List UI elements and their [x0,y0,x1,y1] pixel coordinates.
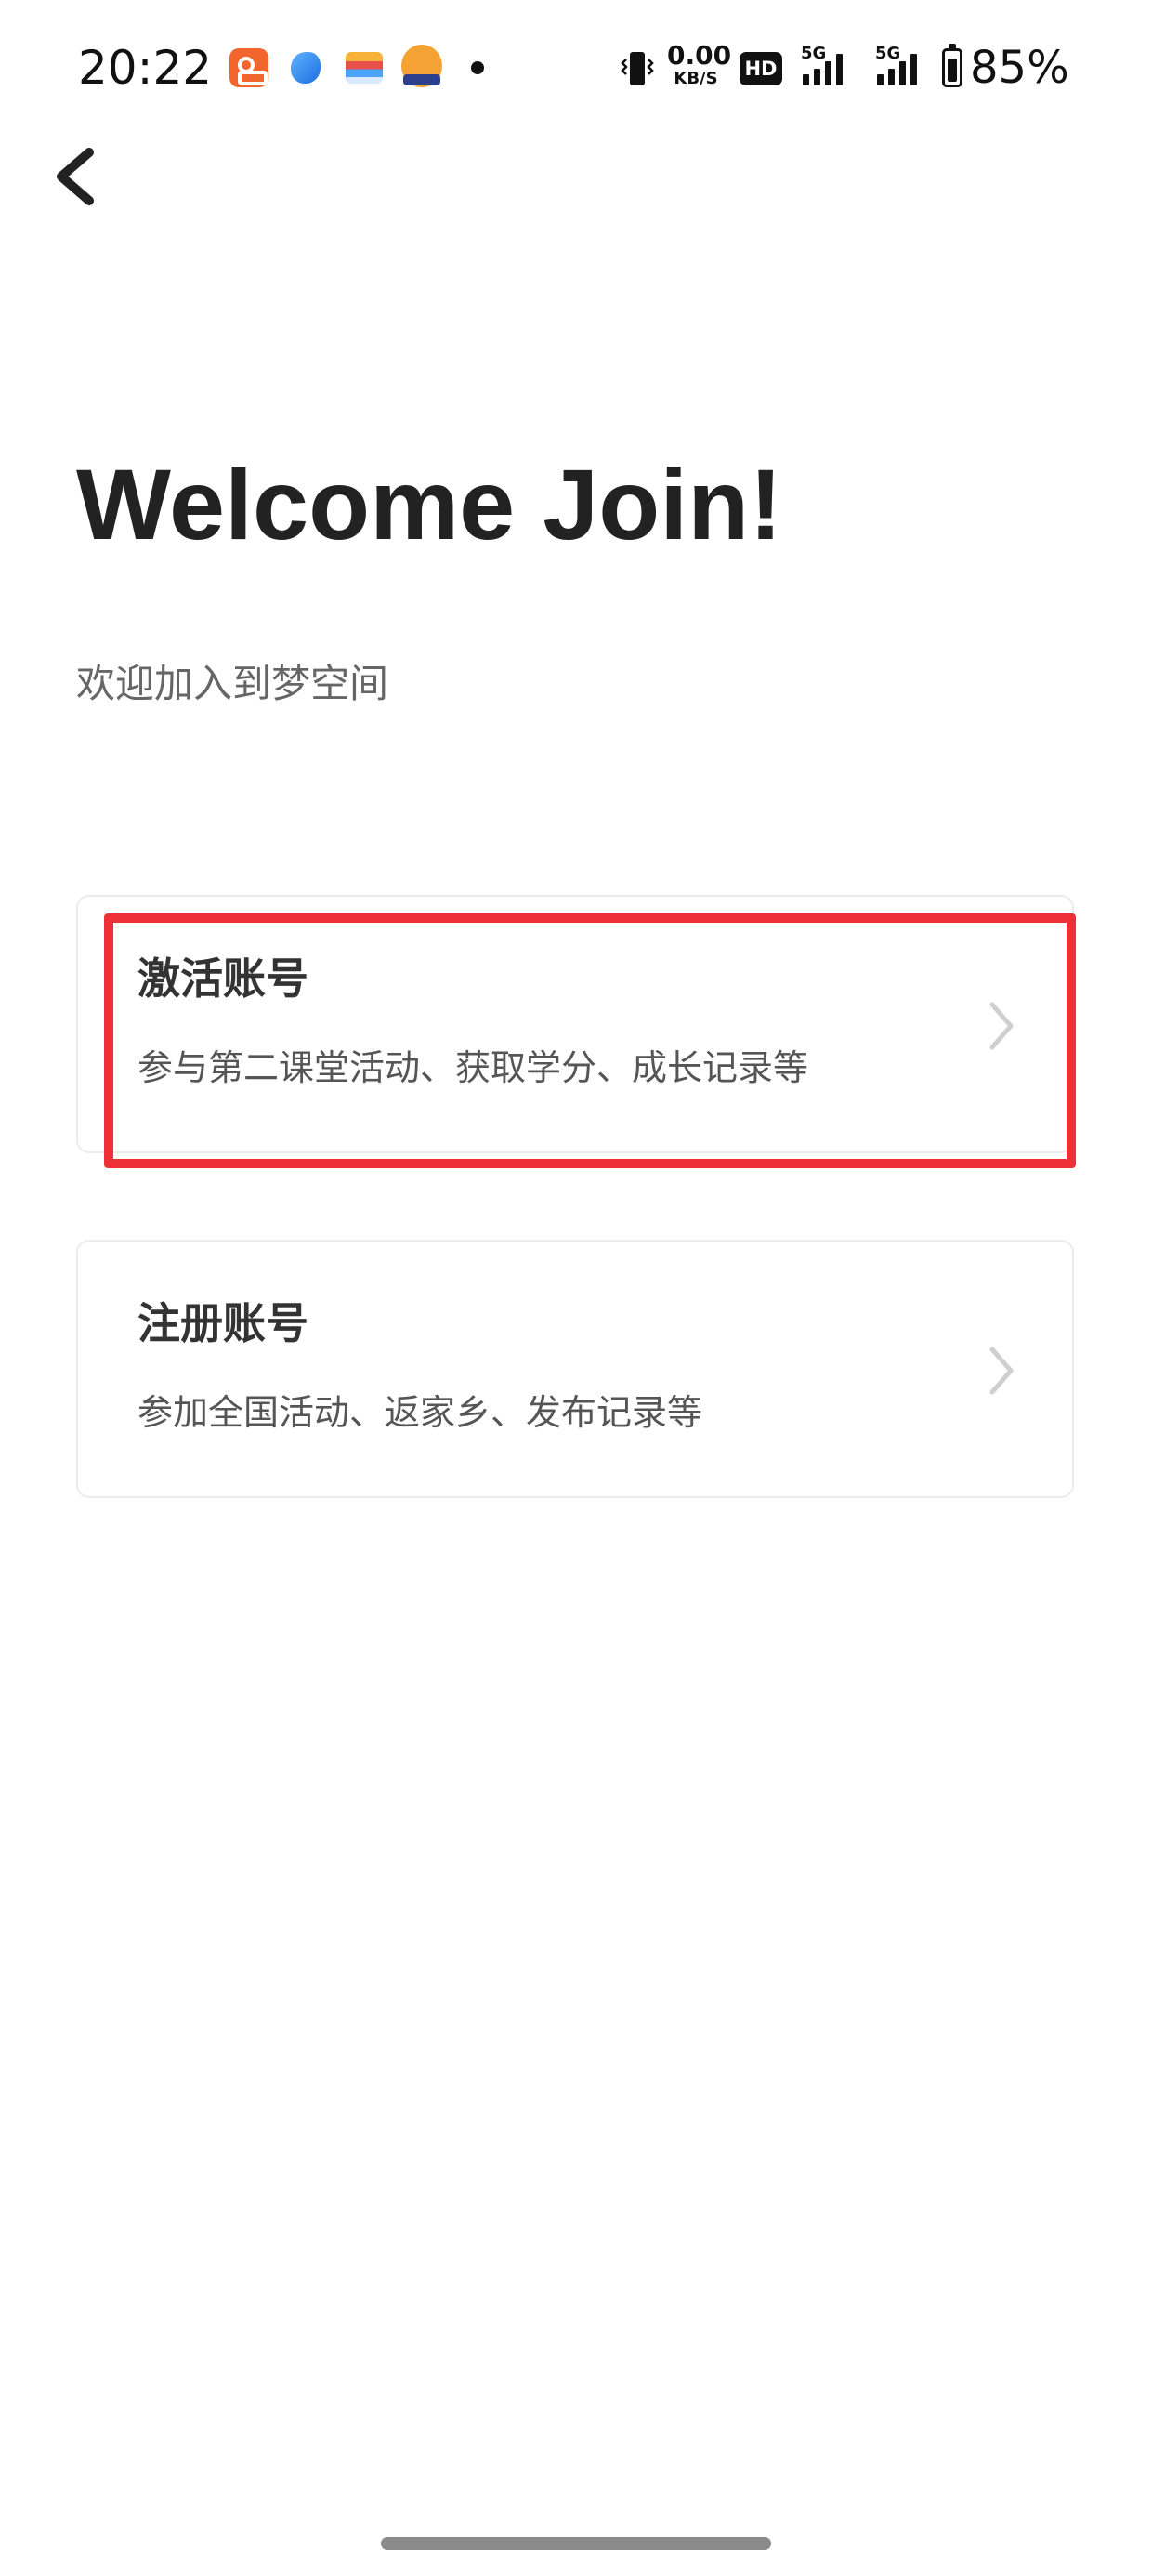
hd-icon: HD [740,52,782,85]
back-button[interactable] [41,139,115,214]
vibrate-icon [621,52,654,85]
kuaishou-app-icon [229,48,268,87]
wallet-app-icon [346,52,383,84]
mascot-app-icon [401,45,442,87]
page-title: Welcome Join! [76,448,783,560]
network-speed: 0.00 KB/S [667,40,732,95]
sim2-network-type: 5G [875,44,901,63]
register-account-title: 注册账号 [137,1298,308,1348]
status-time: 20:22 [78,41,213,95]
register-account-description: 参加全国活动、返家乡、发布记录等 [137,1392,703,1433]
page-subtitle: 欢迎加入到梦空间 [76,661,389,706]
home-indicator[interactable] [381,2537,771,2550]
network-speed-value: 0.00 [667,40,732,71]
activate-account-card[interactable]: 激活账号 参与第二课堂活动、获取学分、成长记录等 [76,895,1074,1153]
battery-icon [942,44,962,87]
blue-app-icon [291,52,321,84]
register-account-card[interactable]: 注册账号 参加全国活动、返家乡、发布记录等 [76,1240,1074,1498]
chevron-right-icon [989,1347,1014,1395]
activate-account-title: 激活账号 [137,953,308,1004]
signal-sim2-icon: 5G [875,45,933,89]
activate-account-description: 参与第二课堂活动、获取学分、成长记录等 [137,1047,809,1088]
battery-percent: 85% [970,42,1069,94]
chevron-left-icon [57,148,94,205]
sim1-network-type: 5G [801,44,827,63]
chevron-right-icon [989,1002,1014,1050]
signal-sim1-icon: 5G [801,45,858,89]
status-bar: 20:22 0.00 KB/S HD 5G 5G 85% [0,0,1152,139]
network-speed-unit: KB/S [674,69,718,88]
notification-dot-icon [471,61,484,74]
